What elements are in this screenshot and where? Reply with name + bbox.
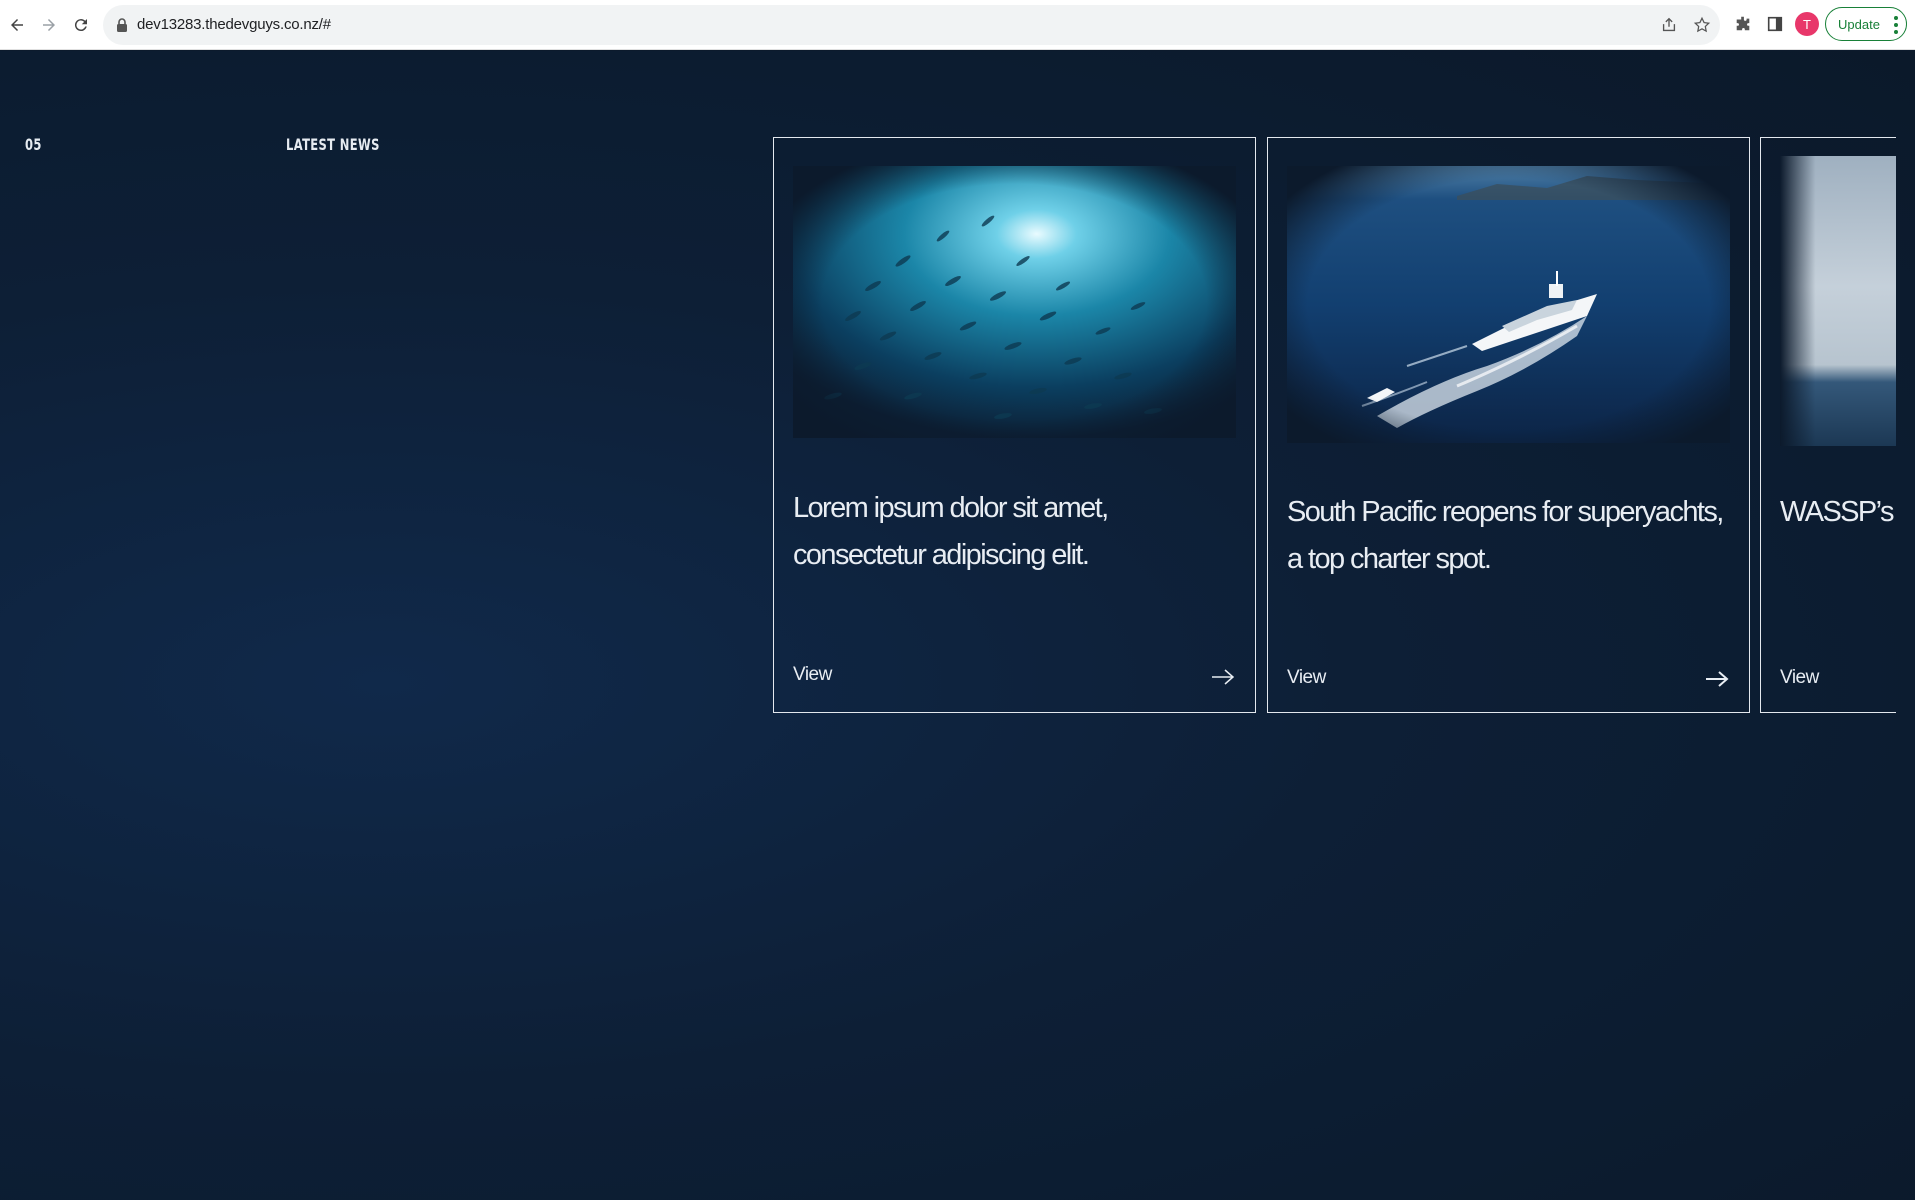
profile-avatar[interactable]: T bbox=[1795, 12, 1819, 36]
card-view-link[interactable]: View bbox=[1287, 667, 1326, 689]
news-card[interactable]: WASSP’s E advanceme View bbox=[1760, 137, 1896, 713]
bookmark-star-icon[interactable] bbox=[1692, 15, 1712, 35]
arrow-right-icon[interactable] bbox=[1705, 670, 1729, 688]
arrow-right-icon[interactable] bbox=[1211, 668, 1235, 686]
address-bar[interactable]: dev13283.thedevguys.co.nz/# bbox=[103, 5, 1720, 45]
section-number: 05 bbox=[25, 135, 42, 154]
side-panel-icon[interactable] bbox=[1764, 13, 1786, 35]
reload-icon[interactable] bbox=[68, 12, 94, 38]
card-view-link[interactable]: View bbox=[1780, 667, 1819, 689]
news-card[interactable]: South Pacific reopens for superyachts, a… bbox=[1267, 137, 1750, 713]
browser-toolbar: dev13283.thedevguys.co.nz/# T Update bbox=[0, 0, 1915, 50]
section-title: LATEST NEWS bbox=[286, 135, 380, 154]
update-label: Update bbox=[1838, 16, 1880, 32]
fish-school-image bbox=[793, 166, 1236, 438]
superyacht-image bbox=[1287, 166, 1730, 443]
url-text[interactable]: dev13283.thedevguys.co.nz/# bbox=[137, 16, 331, 33]
card-title[interactable]: South Pacific reopens for superyachts, a… bbox=[1287, 489, 1727, 583]
news-carousel[interactable]: Lorem ipsum dolor sit amet, consectetur … bbox=[773, 137, 1896, 713]
news-card[interactable]: Lorem ipsum dolor sit amet, consectetur … bbox=[773, 137, 1256, 713]
share-icon[interactable] bbox=[1659, 15, 1679, 35]
lock-icon[interactable] bbox=[114, 17, 130, 33]
back-icon[interactable] bbox=[4, 12, 30, 38]
forward-icon[interactable] bbox=[36, 12, 62, 38]
ocean-sky-image bbox=[1780, 156, 1896, 446]
news-section: 05 LATEST NEWS Lorem ipsum dolor sit ame… bbox=[0, 51, 1915, 1200]
card-title[interactable]: WASSP’s E advanceme bbox=[1780, 489, 1896, 536]
card-view-link[interactable]: View bbox=[793, 664, 832, 686]
more-menu-icon[interactable] bbox=[1894, 16, 1898, 34]
update-button[interactable]: Update bbox=[1825, 7, 1907, 41]
extensions-icon[interactable] bbox=[1732, 13, 1754, 35]
card-title[interactable]: Lorem ipsum dolor sit amet, consectetur … bbox=[793, 485, 1233, 579]
